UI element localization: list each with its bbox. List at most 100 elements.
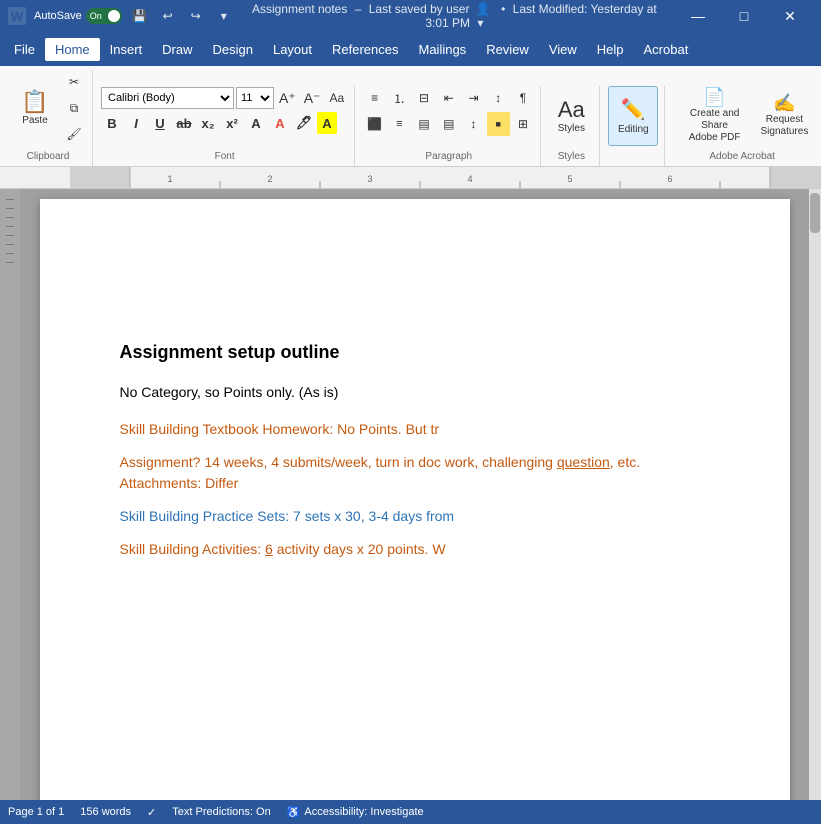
font-size-select[interactable]: 11 xyxy=(236,87,274,109)
save-icon[interactable]: 💾 xyxy=(130,6,150,26)
margin-tick xyxy=(6,235,14,236)
document-page[interactable]: Assignment setup outline No Category, so… xyxy=(40,199,790,811)
title-dropdown-arrow[interactable]: ▾ xyxy=(477,16,483,30)
maximize-button[interactable]: □ xyxy=(721,0,767,32)
highlight-button[interactable]: 🖊 xyxy=(293,112,315,134)
undo-icon[interactable]: ↩ xyxy=(158,6,178,26)
superscript-button[interactable]: x² xyxy=(221,112,243,134)
proofing-icon[interactable]: ✓ xyxy=(147,806,156,819)
paste-label: Paste xyxy=(22,115,48,126)
font-family-select[interactable]: Calibri (Body) xyxy=(101,87,234,109)
numbering-button[interactable]: ⒈ xyxy=(388,86,411,110)
copy-button[interactable]: ⧉ xyxy=(62,96,86,120)
create-share-pdf-label: Create and ShareAdobe PDF xyxy=(677,108,752,144)
align-center-button[interactable]: ≡ xyxy=(388,112,411,136)
ruler-svg: 1 2 3 4 5 6 xyxy=(70,167,821,189)
increase-indent-button[interactable]: ⇥ xyxy=(462,86,485,110)
svg-text:1: 1 xyxy=(167,174,172,184)
doc-line1[interactable]: No Category, so Points only. (As is) xyxy=(120,382,710,403)
accessibility-icon: ♿ xyxy=(287,806,301,819)
subscript-button[interactable]: x₂ xyxy=(197,112,219,134)
doc-heading[interactable]: Assignment setup outline xyxy=(120,339,710,366)
text-predictions[interactable]: Text Predictions: On xyxy=(172,806,270,818)
autosave-knob xyxy=(108,10,120,22)
menu-design[interactable]: Design xyxy=(203,38,263,61)
shading-button[interactable]: A xyxy=(317,112,337,134)
increase-font-button[interactable]: A⁺ xyxy=(276,86,299,110)
svg-text:4: 4 xyxy=(467,174,472,184)
create-share-pdf-button[interactable]: 📄 Create and ShareAdobe PDF xyxy=(673,86,756,146)
status-bar: Page 1 of 1 156 words ✓ Text Predictions… xyxy=(0,800,821,824)
customize-icon[interactable]: ▾ xyxy=(214,6,234,26)
paragraph-label: Paragraph xyxy=(363,148,534,162)
scroll-thumb[interactable] xyxy=(810,193,820,233)
paste-button[interactable]: 📋 Paste xyxy=(10,78,60,138)
doc-line3[interactable]: Assignment? 14 weeks, 4 submits/week, tu… xyxy=(120,452,710,494)
bullets-button[interactable]: ≡ xyxy=(363,86,386,110)
request-signatures-label: RequestSignatures xyxy=(761,114,809,138)
menu-file[interactable]: File xyxy=(4,38,45,61)
page-info-text: Page 1 of 1 xyxy=(8,806,64,818)
multilevel-list-button[interactable]: ⊟ xyxy=(413,86,436,110)
decrease-indent-button[interactable]: ⇤ xyxy=(437,86,460,110)
align-left-button[interactable]: ⬛ xyxy=(363,112,386,136)
menu-help[interactable]: Help xyxy=(587,38,634,61)
sort-button[interactable]: ↕ xyxy=(487,86,510,110)
font-label: Font xyxy=(101,148,348,162)
menu-layout[interactable]: Layout xyxy=(263,38,322,61)
redo-icon[interactable]: ↪ xyxy=(186,6,206,26)
justify-button[interactable]: ▤ xyxy=(437,112,460,136)
clear-format-button[interactable]: Aa xyxy=(325,86,348,110)
menu-view[interactable]: View xyxy=(539,38,587,61)
word-count-text: 156 words xyxy=(80,806,131,818)
left-margin xyxy=(0,189,20,811)
menu-bar: File Home Insert Draw Design Layout Refe… xyxy=(0,32,821,66)
doc-line5-underline: 6 xyxy=(265,541,273,557)
signatures-icon: ✍️ xyxy=(773,94,795,112)
styles-button[interactable]: Aa Styles xyxy=(549,86,593,146)
doc-line5[interactable]: Skill Building Activities: 6 activity da… xyxy=(120,539,710,560)
line-spacing-button[interactable]: ↕ xyxy=(462,112,485,136)
dot-separator: • xyxy=(501,2,505,16)
doc-line4[interactable]: Skill Building Practice Sets: 7 sets x 3… xyxy=(120,506,710,527)
editing-button[interactable]: ✏️ Editing xyxy=(608,86,658,146)
menu-review[interactable]: Review xyxy=(476,38,539,61)
margin-tick xyxy=(6,253,14,254)
borders-button[interactable]: ⊞ xyxy=(512,112,535,136)
italic-button[interactable]: I xyxy=(125,112,147,134)
minimize-button[interactable]: — xyxy=(675,0,721,32)
menu-acrobat[interactable]: Acrobat xyxy=(634,38,699,61)
request-signatures-button[interactable]: ✍️ RequestSignatures xyxy=(758,86,811,146)
menu-mailings[interactable]: Mailings xyxy=(409,38,477,61)
bold-button[interactable]: B xyxy=(101,112,123,134)
styles-group: Aa Styles Styles xyxy=(543,86,600,166)
document-container: Assignment setup outline No Category, so… xyxy=(0,189,821,811)
text-effects-button[interactable]: A xyxy=(245,112,267,134)
menu-draw[interactable]: Draw xyxy=(152,38,202,61)
doc-line2[interactable]: Skill Building Textbook Homework: No Poi… xyxy=(120,419,710,440)
margin-tick xyxy=(6,262,14,263)
doc-line3-underline: question xyxy=(557,454,610,470)
menu-home[interactable]: Home xyxy=(45,38,100,61)
vertical-scrollbar[interactable] xyxy=(809,189,821,811)
show-formatting-button[interactable]: ¶ xyxy=(512,86,535,110)
autosave-group[interactable]: AutoSave On xyxy=(34,8,122,24)
accessibility[interactable]: ♿ Accessibility: Investigate xyxy=(287,806,424,819)
underline-button[interactable]: U xyxy=(149,112,171,134)
editing-icon: ✏️ xyxy=(621,97,646,122)
format-painter-button[interactable]: 🖌 xyxy=(62,122,86,146)
decrease-font-button[interactable]: A⁻ xyxy=(301,86,324,110)
cut-button[interactable]: ✂ xyxy=(62,70,86,94)
paste-icon: 📋 xyxy=(21,91,48,113)
user-icon: 👤 xyxy=(476,2,491,16)
autosave-toggle[interactable]: On xyxy=(86,8,122,24)
font-group: Calibri (Body) 11 A⁺ A⁻ Aa B I U ab x₂ x… xyxy=(95,86,355,166)
doc-line3-text2: work, challenging xyxy=(445,454,557,470)
shading-para-button[interactable]: ■ xyxy=(487,112,510,136)
menu-references[interactable]: References xyxy=(322,38,408,61)
font-color-button[interactable]: A xyxy=(269,112,291,134)
align-right-button[interactable]: ▤ xyxy=(413,112,436,136)
close-button[interactable]: ✕ xyxy=(767,0,813,32)
menu-insert[interactable]: Insert xyxy=(100,38,153,61)
strikethrough-button[interactable]: ab xyxy=(173,112,195,134)
